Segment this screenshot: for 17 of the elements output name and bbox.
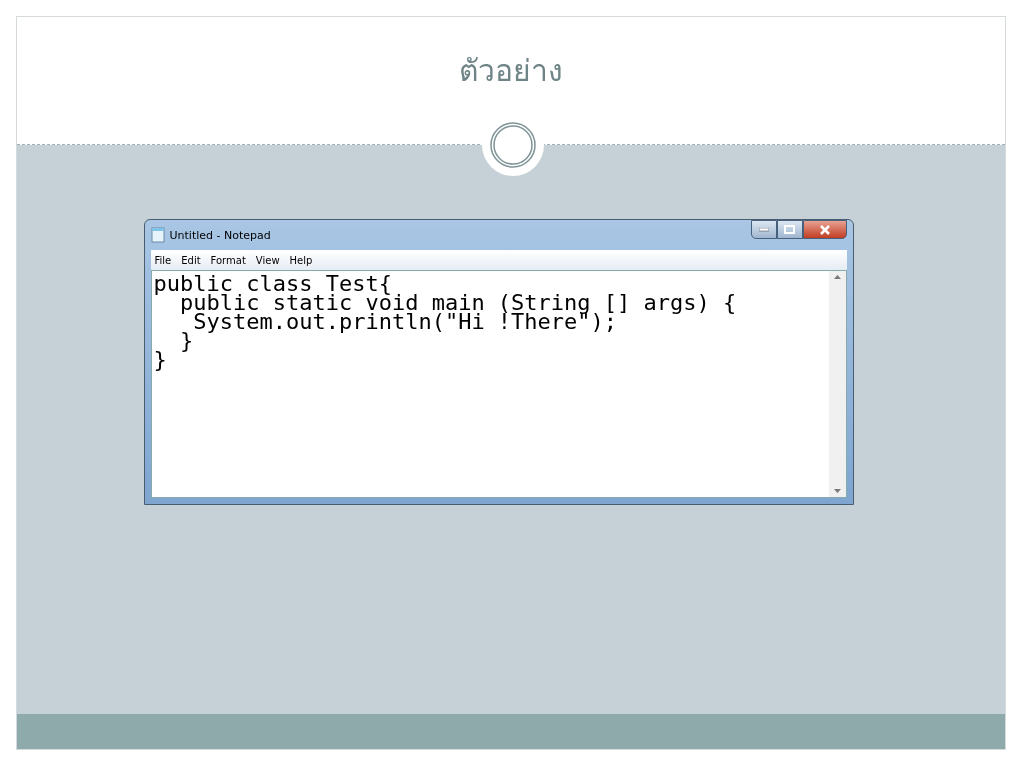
- scrollbar[interactable]: [828, 271, 846, 497]
- minimize-button[interactable]: [750, 220, 777, 239]
- scroll-down-icon[interactable]: [833, 489, 841, 493]
- maximize-button[interactable]: [776, 220, 803, 239]
- slide-title: ตัวอย่าง: [459, 52, 563, 90]
- menu-item[interactable]: Help: [289, 254, 313, 266]
- maximize-icon: [784, 225, 795, 234]
- scroll-up-icon[interactable]: [833, 275, 841, 279]
- menu-item[interactable]: Format: [210, 254, 246, 266]
- close-button[interactable]: [802, 220, 847, 239]
- menu-item[interactable]: File: [154, 254, 172, 266]
- menu-item[interactable]: View: [255, 254, 280, 266]
- menu-item[interactable]: Edit: [181, 254, 201, 266]
- notepad-icon: [150, 227, 165, 243]
- close-icon: [818, 224, 831, 235]
- minimize-icon: [758, 227, 769, 232]
- window-title: Untitled - Notepad: [169, 228, 271, 242]
